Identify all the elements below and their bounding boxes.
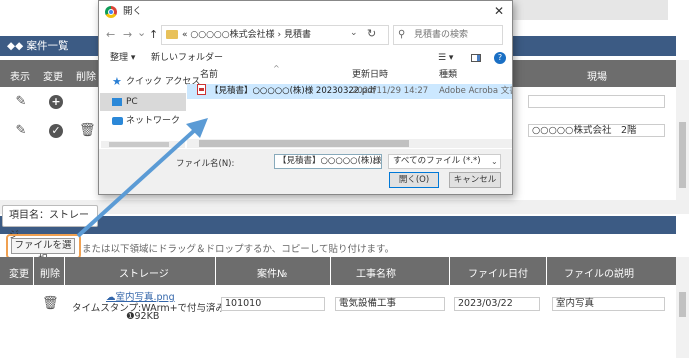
chevron-down-icon[interactable]: ⌄ (371, 157, 378, 166)
col-file-description: ファイルの説明 (564, 269, 634, 280)
col-type[interactable]: 種類 (439, 67, 457, 83)
search-icon: ⚲ (398, 29, 406, 40)
file-list-hscrollbar[interactable] (187, 139, 512, 148)
nav-pane-scrollbar[interactable] (101, 141, 185, 148)
divider-band (0, 200, 689, 214)
folder-icon (166, 30, 178, 39)
column-divider (546, 257, 547, 285)
column-divider (330, 257, 331, 285)
dialog-title: 開く (123, 6, 143, 17)
open-file-dialog: 開く ✕ ← → ⌄ ↑ « ○○○○○株式会社様 › 見積書 ⌄ ↻ ⚲ 見積… (98, 0, 513, 195)
col-edit: 変更 (9, 269, 29, 280)
site-input[interactable]: ○○○○○株式会社 2階 (528, 124, 665, 137)
file-list-header: 名前 ^ 更新日時 種類 (187, 64, 512, 83)
address-path: « ○○○○○株式会社様 › 見積書 (182, 30, 311, 40)
forward-arrow-icon[interactable]: → (123, 28, 132, 41)
filename-field[interactable]: 【見積書】○○○○○(株)様 20230322.pdf (274, 154, 382, 169)
choose-file-button[interactable]: ファイルを選択 (11, 238, 75, 265)
scroll-thumb[interactable] (199, 140, 409, 147)
file-date-input[interactable]: 2023/03/22 (454, 297, 540, 311)
cancel-button[interactable]: キャンセル (449, 172, 501, 188)
scroll-thumb[interactable] (109, 142, 169, 147)
sort-caret-icon: ^ (273, 64, 280, 73)
trash-icon[interactable]: 🗑 (42, 297, 59, 311)
star-icon: ★ (112, 75, 122, 88)
col-file-date: ファイル日付 (468, 269, 528, 280)
storage-table-header: 変更 削除 ストレージ 案件№ 工事名称 ファイル日付 ファイルの説明 (0, 257, 676, 285)
file-modified: 2022/11/29 14:27 (352, 86, 429, 96)
col-delete: 削除 (76, 72, 96, 83)
navigation-pane: ★ クイック アクセス PC ネットワーク (100, 69, 200, 151)
case-no-input[interactable]: 101010 (221, 297, 325, 311)
col-modified[interactable]: 更新日時 (352, 67, 388, 83)
organize-menu[interactable]: 整理 ▾ (110, 49, 135, 67)
back-arrow-icon[interactable]: ← (106, 28, 115, 41)
help-icon[interactable]: ? (494, 52, 506, 64)
close-icon[interactable]: ✕ (494, 4, 504, 18)
pencil-icon[interactable]: ✎ (14, 124, 28, 138)
sidebar-item-pc[interactable]: PC (100, 93, 186, 111)
pencil-icon[interactable]: ✎ (14, 95, 28, 109)
vertical-scrollbar-lower[interactable] (676, 257, 689, 358)
filename-label: ファイル名(N): (176, 159, 235, 169)
chevron-down-icon[interactable]: ⌄ (350, 28, 358, 38)
search-placeholder: 見積書の検索 (414, 30, 469, 40)
column-divider (33, 257, 34, 285)
dialog-toolbar: 整理 ▾ 新しいフォルダー ☰ ▾ ? (99, 49, 512, 67)
drop-hint-text: または以下領域にドラッグ＆ドロップするか、コピーして貼り付けます。 (82, 244, 395, 255)
col-case-no: 案件№ (257, 269, 288, 280)
file-type: Adobe Acroba 文書 (439, 86, 512, 96)
column-divider (215, 257, 216, 285)
scroll-thumb[interactable] (679, 292, 686, 317)
col-delete: 削除 (40, 269, 60, 280)
refresh-icon[interactable]: ↻ (367, 27, 376, 40)
work-name-input[interactable]: 電気設備工事 (335, 297, 445, 311)
storage-section-bar (0, 216, 676, 234)
pc-icon (112, 98, 122, 106)
pdf-icon (197, 84, 206, 95)
sidebar-item-label: PC (126, 97, 138, 107)
check-circle-icon[interactable]: ✓ (49, 124, 63, 138)
chevron-down-icon[interactable]: ⌄ (491, 157, 498, 166)
scroll-thumb[interactable] (679, 122, 686, 188)
view-menu-icon[interactable]: ☰ ▾ (438, 49, 453, 67)
trash-icon[interactable]: 🗑 (79, 124, 96, 138)
col-name[interactable]: 名前 (200, 67, 218, 83)
file-list: 名前 ^ 更新日時 種類 【見積書】○○○○○(株)様 20230322.pdf… (187, 64, 512, 147)
sidebar-item-quick-access[interactable]: ★ クイック アクセス (100, 73, 200, 91)
file-description-input[interactable]: 室内写真 (552, 297, 665, 311)
top-gray-panel (512, 0, 668, 20)
col-site: 現場 (587, 72, 607, 83)
up-arrow-icon[interactable]: ↑ (149, 28, 158, 41)
col-show: 表示 (10, 72, 30, 83)
sidebar-item-label: ネットワーク (126, 116, 181, 126)
open-button[interactable]: 開く(O) (389, 172, 439, 188)
col-storage: ストレージ (119, 269, 169, 280)
new-folder-button[interactable]: 新しいフォルダー (151, 49, 223, 67)
column-divider (64, 257, 65, 285)
recent-locations-icon[interactable]: ⌄ (137, 26, 146, 39)
column-divider (449, 257, 450, 285)
file-name: 【見積書】○○○○○(株)様 20230322.pdf (210, 86, 376, 96)
file-row-selected[interactable]: 【見積書】○○○○○(株)様 20230322.pdf 2022/11/29 1… (187, 84, 512, 99)
dialog-footer: ファイル名(N): 【見積書】○○○○○(株)様 20230322.pdf ⌄ … (99, 149, 512, 194)
site-input[interactable] (528, 95, 665, 108)
vertical-scrollbar[interactable] (676, 60, 689, 200)
item-name-label: 項目名：ストレージ (2, 205, 98, 241)
filetype-select[interactable]: すべてのファイル (*.*) (388, 154, 501, 169)
col-work-name: 工事名称 (356, 269, 396, 280)
file-size-text: ❶92KB (126, 311, 160, 322)
network-icon (112, 117, 123, 125)
sidebar-item-network[interactable]: ネットワーク (100, 112, 186, 130)
add-circle-icon[interactable]: + (49, 95, 63, 109)
col-edit: 変更 (43, 72, 63, 83)
preview-pane-icon[interactable] (471, 54, 481, 62)
search-input[interactable]: ⚲ 見積書の検索 (393, 25, 503, 45)
